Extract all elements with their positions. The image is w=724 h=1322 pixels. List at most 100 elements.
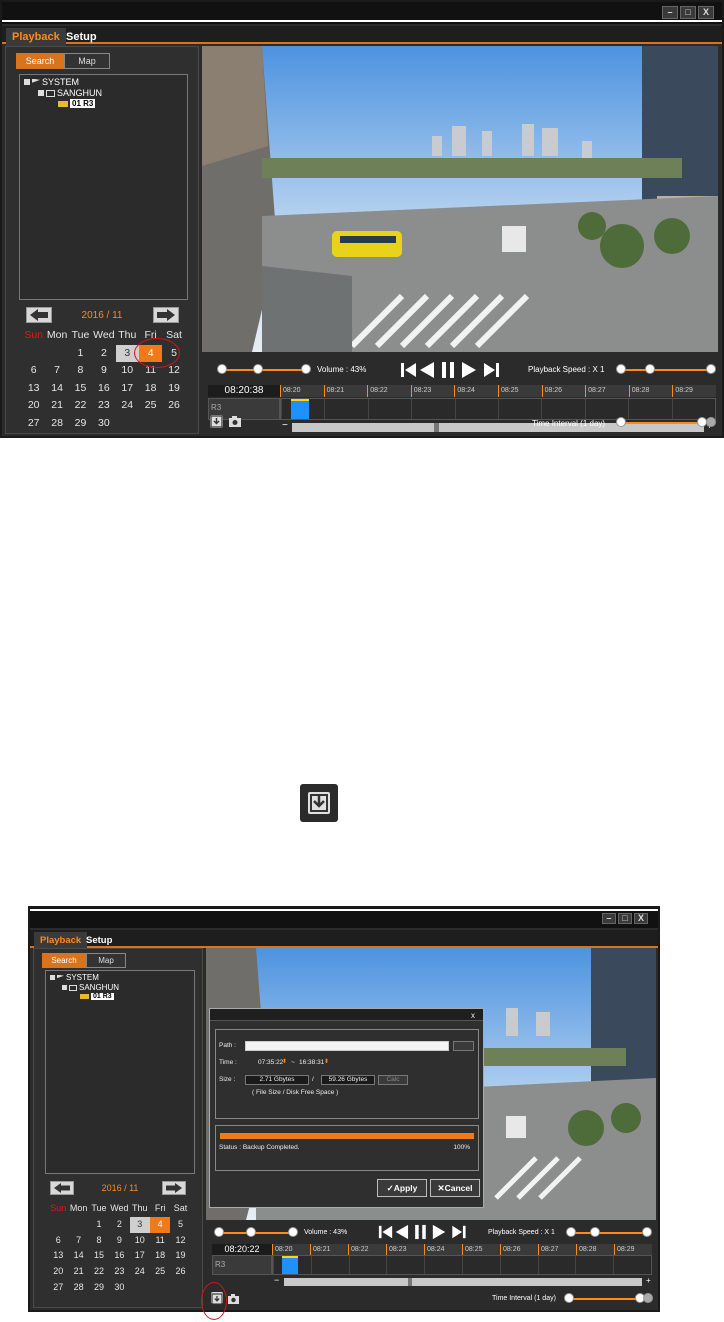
calendar-day[interactable]: 24	[130, 1264, 150, 1280]
time-end[interactable]: 16:38:31	[299, 1059, 324, 1066]
calendar-day[interactable]: 14	[45, 380, 68, 398]
skip-end-icon[interactable]	[484, 363, 499, 377]
rewind-icon[interactable]	[420, 362, 434, 378]
tab-setup[interactable]: Setup	[60, 28, 103, 46]
calendar-day[interactable]: 18	[139, 380, 162, 398]
calendar-day[interactable]: 28	[68, 1280, 88, 1296]
path-input[interactable]	[245, 1041, 449, 1051]
camera-icon[interactable]	[228, 415, 241, 428]
restore-button[interactable]: □	[680, 6, 696, 19]
calendar-day[interactable]: 21	[45, 397, 68, 415]
calendar-day[interactable]: 12	[170, 1233, 190, 1249]
calendar-day[interactable]: 7	[45, 362, 68, 380]
next-month-button[interactable]	[162, 1181, 186, 1195]
calendar-day[interactable]: 27	[48, 1280, 68, 1296]
time-interval-max-knob[interactable]	[706, 417, 716, 427]
calc-button[interactable]: Calc	[378, 1075, 408, 1085]
calendar-day[interactable]: 7	[68, 1233, 88, 1249]
prev-month-button[interactable]	[26, 307, 52, 323]
calendar-day[interactable]: 23	[109, 1264, 129, 1280]
calendar-day[interactable]: 16	[92, 380, 115, 398]
tab-setup[interactable]: Setup	[80, 932, 118, 949]
calendar-day[interactable]: 26	[170, 1264, 190, 1280]
calendar-day[interactable]: 22	[69, 397, 92, 415]
video-view[interactable]	[202, 46, 718, 352]
prev-month-button[interactable]	[50, 1181, 74, 1195]
close-button[interactable]: X	[698, 6, 714, 19]
scroll-thumb[interactable]	[434, 423, 439, 432]
collapse-icon[interactable]	[50, 975, 55, 980]
minimize-button[interactable]: –	[662, 6, 678, 19]
volume-min-knob[interactable]	[214, 1227, 224, 1237]
speed-slider[interactable]	[622, 369, 708, 371]
apply-button[interactable]: ✓Apply	[377, 1179, 427, 1197]
speed-max-knob[interactable]	[706, 364, 716, 374]
calendar-day[interactable]: 30	[92, 415, 115, 433]
zoom-in-icon[interactable]: +	[646, 1276, 651, 1285]
calendar-day[interactable]: 28	[45, 415, 68, 433]
time-start-stepper-icon[interactable]: ⬍	[282, 1058, 287, 1065]
calendar-day[interactable]: 29	[89, 1280, 109, 1296]
restore-button[interactable]: □	[618, 913, 632, 924]
time-interval-min-knob[interactable]	[564, 1293, 574, 1303]
tab-map[interactable]: Map	[64, 53, 110, 69]
calendar-day[interactable]: 5	[170, 1217, 190, 1233]
zoom-out-icon[interactable]: −	[274, 1275, 279, 1285]
tree-item-sanghun[interactable]: SANGHUN	[62, 983, 119, 992]
calendar-day[interactable]: 16	[109, 1248, 129, 1264]
calendar-day[interactable]: 13	[22, 380, 45, 398]
time-end-stepper-icon[interactable]: ⬍	[324, 1058, 329, 1065]
tree-item-camera[interactable]: 01 R3	[58, 99, 96, 108]
timeline-track[interactable]	[280, 398, 716, 420]
skip-start-icon[interactable]	[378, 1225, 393, 1239]
time-interval-max-knob[interactable]	[643, 1293, 653, 1303]
speed-slider[interactable]	[572, 1232, 646, 1234]
next-month-button[interactable]	[153, 307, 179, 323]
calendar-day[interactable]: 29	[69, 415, 92, 433]
time-interval-min-knob[interactable]	[616, 417, 626, 427]
zoom-out-icon[interactable]: −	[282, 420, 288, 431]
calendar-day[interactable]: 17	[116, 380, 139, 398]
camera-icon[interactable]	[227, 1292, 240, 1305]
calendar-day[interactable]: 2	[109, 1217, 129, 1233]
cancel-button[interactable]: ✕Cancel	[430, 1179, 480, 1197]
calendar-day[interactable]: 2	[92, 345, 115, 363]
volume-knob[interactable]	[245, 1227, 256, 1237]
tree-item-system[interactable]: SYSTEM	[24, 77, 79, 87]
calendar-day[interactable]: 8	[89, 1233, 109, 1249]
pause-icon[interactable]	[415, 1224, 426, 1240]
calendar-day[interactable]: 11	[150, 1233, 170, 1249]
calendar-day[interactable]: 25	[139, 397, 162, 415]
timeline-scrollbar[interactable]	[284, 1278, 642, 1286]
calendar-day[interactable]: 20	[48, 1264, 68, 1280]
calendar-day[interactable]: 14	[68, 1248, 88, 1264]
calendar-day[interactable]: 4	[149, 1216, 171, 1233]
calendar-day[interactable]: 9	[92, 362, 115, 380]
speed-min-knob[interactable]	[566, 1227, 576, 1237]
time-interval-slider[interactable]	[570, 1298, 642, 1300]
speed-knob[interactable]	[645, 364, 655, 374]
tree-item-sanghun[interactable]: SANGHUN	[38, 88, 102, 98]
calendar-day[interactable]: 19	[162, 380, 185, 398]
timeline-track[interactable]	[272, 1255, 652, 1275]
close-button[interactable]: X	[634, 913, 648, 924]
calendar-day[interactable]: 10	[130, 1233, 150, 1249]
time-start[interactable]: 07:35:22	[258, 1059, 283, 1066]
tree-item-camera[interactable]: 01 R3	[80, 993, 114, 1000]
rewind-icon[interactable]	[395, 1224, 409, 1240]
timeline-scrollbar[interactable]	[292, 423, 704, 432]
collapse-icon[interactable]	[62, 985, 67, 990]
volume-slider[interactable]	[220, 1232, 292, 1234]
calendar-day[interactable]: 30	[109, 1280, 129, 1296]
calendar-day[interactable]: 6	[48, 1233, 68, 1249]
collapse-icon[interactable]	[38, 90, 44, 96]
calendar-day[interactable]: 3	[129, 1216, 150, 1233]
tab-search[interactable]: Search	[42, 953, 86, 968]
speed-min-knob[interactable]	[616, 364, 626, 374]
scroll-thumb[interactable]	[408, 1278, 412, 1286]
calendar-day[interactable]: 19	[170, 1248, 190, 1264]
calendar-day[interactable]: 6	[22, 362, 45, 380]
dialog-close-button[interactable]: x	[471, 1011, 475, 1020]
calendar-day[interactable]: 26	[162, 397, 185, 415]
volume-knob[interactable]	[253, 364, 264, 374]
